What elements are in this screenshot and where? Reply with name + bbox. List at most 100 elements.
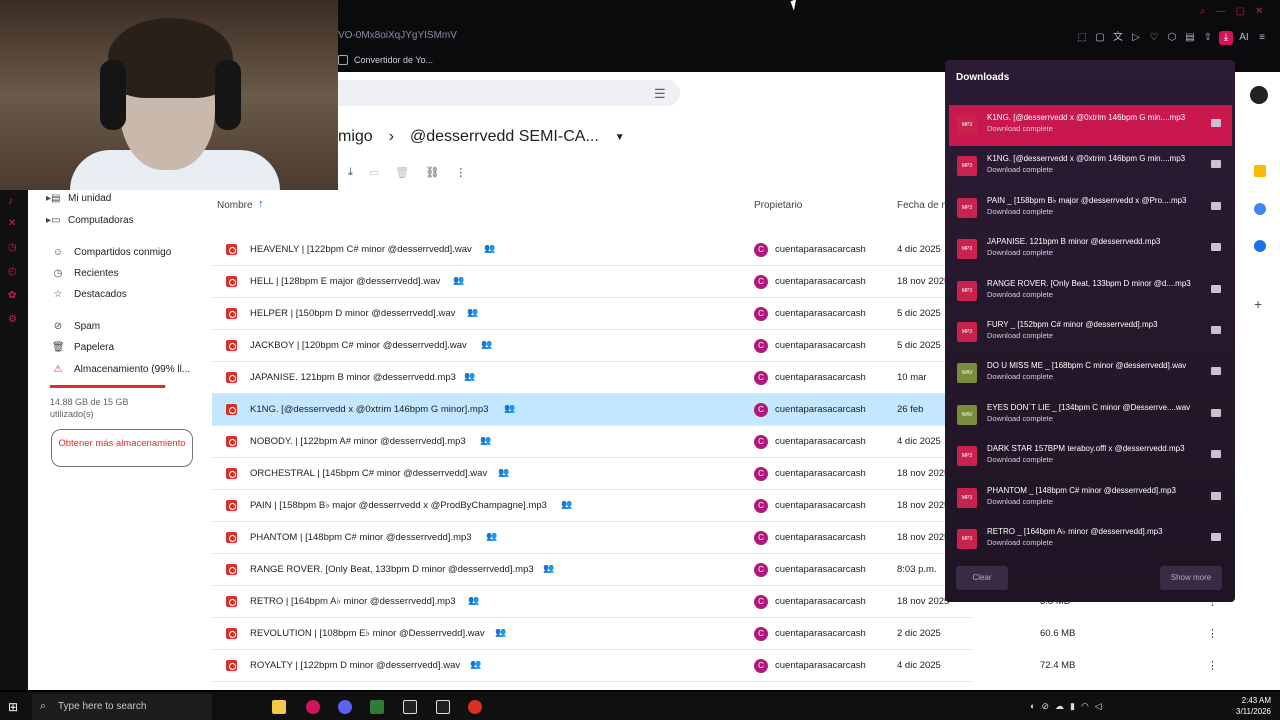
chrome-icon[interactable] xyxy=(468,700,482,714)
settings-icon[interactable]: ✿ xyxy=(8,290,20,302)
download-item[interactable]: MP3 PHANTOM _ [148bpm C# minor @desserrve… xyxy=(949,478,1232,519)
capcut-icon[interactable] xyxy=(403,700,417,714)
history-icon[interactable]: ◷ xyxy=(8,242,20,254)
download-item[interactable]: MP3 RANGE ROVER. [Only Beat, 133bpm D min… xyxy=(949,271,1232,312)
tray-icon[interactable]: ⊘ xyxy=(1041,701,1049,712)
table-row[interactable]: RETRO | [164bpm A♭ minor @desserrvedd].m… xyxy=(212,586,972,618)
maximize-icon[interactable]: ▢ xyxy=(1236,6,1245,17)
menu-icon[interactable]: ≡ xyxy=(1255,31,1269,45)
table-row[interactable]: NOBODY. | [122bpm A# minor @desserrvedd]… xyxy=(212,426,972,458)
windows-start-icon[interactable]: ⊞ xyxy=(8,700,18,714)
bookmark-item[interactable]: Convertidor de Yo... xyxy=(338,52,433,68)
tasks-icon[interactable] xyxy=(1254,203,1266,215)
open-folder-icon[interactable] xyxy=(1211,491,1221,500)
column-owner[interactable]: Propietario xyxy=(754,200,802,211)
heart-icon[interactable]: ♡ xyxy=(1147,31,1161,45)
open-folder-icon[interactable] xyxy=(1211,408,1221,417)
avatar[interactable] xyxy=(1250,86,1268,104)
table-row[interactable]: PHANTOM | [148bpm C# minor @desserrvedd]… xyxy=(212,522,972,554)
show-more-button[interactable]: Show more xyxy=(1160,566,1222,590)
open-folder-icon[interactable] xyxy=(1211,119,1221,127)
clock-icon[interactable]: ◴ xyxy=(8,266,20,278)
share-icon[interactable]: ⇧ xyxy=(1201,31,1215,45)
extensions-icon[interactable]: ⬡ xyxy=(1165,31,1179,45)
open-folder-icon[interactable] xyxy=(1211,450,1221,459)
wallet-icon[interactable]: ▤ xyxy=(1183,31,1197,45)
download-icon[interactable]: ⤓ xyxy=(348,166,353,179)
row-more-icon[interactable]: ⋮ xyxy=(1207,659,1218,672)
open-folder-icon[interactable] xyxy=(1211,533,1221,541)
download-icon[interactable]: ⤓ xyxy=(1219,31,1233,45)
download-item[interactable]: MP3 K1NG. [@desserrvedd x @0xtrim 146bpm … xyxy=(949,105,1232,146)
get-more-storage-button[interactable]: Obtener más almacenamiento xyxy=(51,429,193,467)
breadcrumb-parent[interactable]: migo xyxy=(338,128,373,146)
tray-icon[interactable]: ☁ xyxy=(1055,701,1064,712)
tray-icon[interactable]: ▮ xyxy=(1070,701,1075,712)
volume-icon[interactable]: ◁ xyxy=(1095,701,1102,712)
sidebar-item-storage[interactable]: ⚠ Almacenamiento (99% ll... xyxy=(52,364,212,375)
minimize-icon[interactable]: — xyxy=(1216,6,1226,17)
add-icon[interactable]: + xyxy=(1254,297,1266,311)
sidebar-item-recent[interactable]: ◷ Recientes xyxy=(52,268,212,279)
address-bar[interactable]: VO-0Mx8oiXqJYgYISMmV xyxy=(338,30,938,46)
more-icon[interactable]: ⋮ xyxy=(455,166,466,179)
breadcrumb-current[interactable]: @desserrvedd SEMI-CA... xyxy=(410,128,599,146)
download-item[interactable]: WAV EYES DON´T LIE _ [134bpm C minor @Des… xyxy=(949,395,1232,436)
download-item[interactable]: MP3 RETRO _ [164bpm A♭ minor @desserrvedd… xyxy=(949,519,1232,560)
open-folder-icon[interactable] xyxy=(1211,367,1221,376)
tray-icon[interactable]: ◐ xyxy=(1030,701,1035,712)
contacts-icon[interactable] xyxy=(1254,240,1266,252)
table-row[interactable]: HELL | [128bpm E major @desserrvedd].wav… xyxy=(212,266,972,298)
trash-icon[interactable]: 🗑 xyxy=(395,166,409,179)
sidebar-item-spam[interactable]: ⊘ Spam xyxy=(52,321,212,332)
table-row[interactable]: HELPER | [150bpm D minor @desserrvedd].w… xyxy=(212,298,972,330)
wifi-icon[interactable]: ◠ xyxy=(1081,701,1089,712)
download-item[interactable]: MP3 K1NG. [@desserrvedd x @0xtrim 146bpm … xyxy=(949,146,1232,187)
gear-icon[interactable]: ⚙ xyxy=(8,314,20,326)
column-name[interactable]: Nombre xyxy=(217,200,253,211)
table-row[interactable]: JAPANISE. 121bpm B minor @desserrvedd.mp… xyxy=(212,362,972,394)
screenshot-icon[interactable]: ▢ xyxy=(1093,31,1107,45)
play-icon[interactable]: ▷ xyxy=(1129,31,1143,45)
file-explorer-icon[interactable] xyxy=(272,700,286,714)
discord-icon[interactable] xyxy=(338,700,352,714)
download-item[interactable]: WAV DO U MISS ME _ [168bpm C minor @desse… xyxy=(949,353,1232,394)
open-folder-icon[interactable] xyxy=(1211,243,1221,252)
open-folder-icon[interactable] xyxy=(1211,284,1221,293)
opera-icon[interactable] xyxy=(306,700,320,714)
search-input[interactable] xyxy=(338,80,680,106)
search-options-icon[interactable]: ☰ xyxy=(654,86,666,102)
table-row[interactable]: ROYALTY | [122bpm D minor @desserrvedd].… xyxy=(212,650,972,682)
table-row[interactable]: PAIN | [158bpm B♭ major @desserrvedd x @… xyxy=(212,490,972,522)
open-folder-icon[interactable] xyxy=(1211,201,1221,210)
search-icon[interactable]: ⌕ xyxy=(1200,6,1206,17)
download-item[interactable]: MP3 PAIN _ [158bpm B♭ major @desserrvedd … xyxy=(949,188,1232,229)
download-item[interactable]: MP3 DARK STAR 157BPM teraboy.offl x @dess… xyxy=(949,436,1232,477)
table-row[interactable]: ORCHESTRAL | [145bpm C# minor @desserrve… xyxy=(212,458,972,490)
download-item[interactable]: MP3 JAPANISE. 121bpm B minor @desserrvedd… xyxy=(949,229,1232,270)
sidebar-item-my-drive[interactable]: ▸▤ Mi unidad xyxy=(46,193,206,204)
fl-studio-icon[interactable] xyxy=(370,700,384,714)
move-icon[interactable]: ▭ xyxy=(369,166,379,179)
translate-icon[interactable]: 文 xyxy=(1111,31,1125,45)
tiktok-icon[interactable]: ♪ xyxy=(8,196,20,208)
open-folder-icon[interactable] xyxy=(1211,160,1221,169)
link-icon[interactable]: ⛓ xyxy=(425,166,439,179)
sort-arrow-icon[interactable]: ↑ xyxy=(258,198,264,210)
sidebar-item-trash[interactable]: 🗑 Papelera xyxy=(52,342,212,353)
open-folder-icon[interactable] xyxy=(1211,326,1221,334)
sidebar-item-shared[interactable]: ☺ Compartidos conmigo xyxy=(52,247,212,258)
keep-icon[interactable] xyxy=(1254,165,1266,177)
close-icon[interactable]: ✕ xyxy=(1255,6,1263,17)
column-date[interactable]: Fecha de m xyxy=(897,200,950,211)
row-more-icon[interactable]: ⋮ xyxy=(1207,627,1218,640)
download-item[interactable]: MP3 FURY _ [152bpm C# minor @desserrvedd]… xyxy=(949,312,1232,353)
sidebar-item-starred[interactable]: ☆ Destacados xyxy=(52,289,212,300)
taskbar-search[interactable]: Type here to search xyxy=(32,694,212,720)
table-row[interactable]: K1NG. [@desserrvedd x @0xtrim 146bpm G m… xyxy=(212,394,972,426)
sidebar-item-computers[interactable]: ▸▭ Computadoras xyxy=(46,215,206,226)
caret-down-icon[interactable]: ▼ xyxy=(615,132,625,143)
clear-button[interactable]: Clear xyxy=(956,566,1008,590)
table-row[interactable]: HEAVENLY | [122bpm C# minor @desserrvedd… xyxy=(212,234,972,266)
x-icon[interactable]: ✕ xyxy=(8,218,20,230)
